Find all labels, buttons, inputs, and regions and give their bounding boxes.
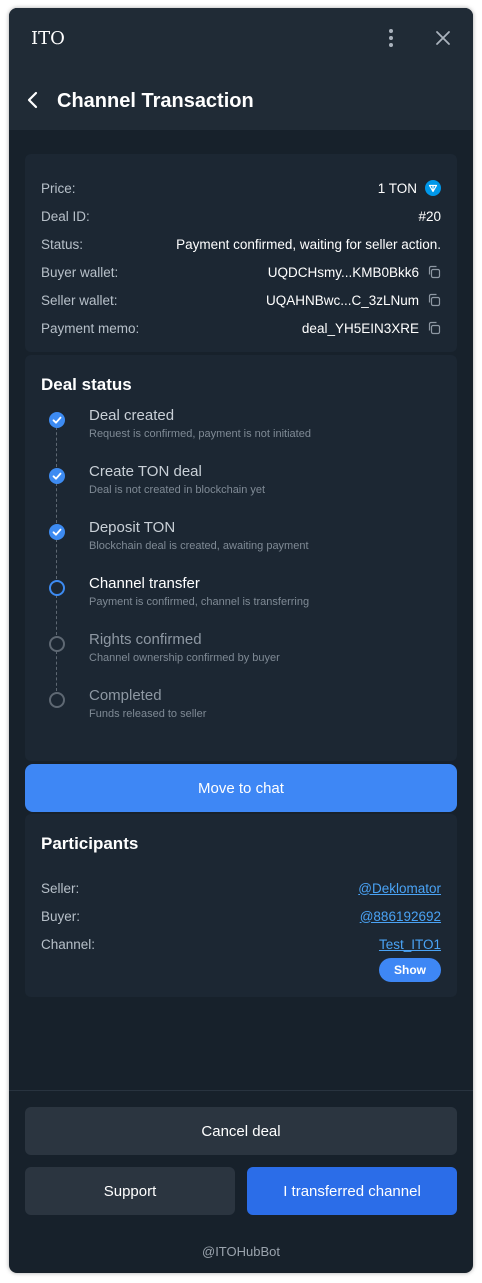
move-to-chat-button[interactable]: Move to chat [25,764,457,812]
bot-username: @ITOHubBot [202,1244,280,1259]
step-description: Blockchain deal is created, awaiting pay… [89,540,309,552]
deal-id-value: #20 [418,208,441,224]
payment-memo-row: Payment memo: deal_YH5EIN3XRE [41,318,441,338]
seller-row: Seller: @Deklomator [41,878,441,898]
copy-icon[interactable] [427,265,441,279]
step-rights-confirmed: Rights confirmed Channel ownership confi… [49,631,449,675]
seller-wallet-label: Seller wallet: [41,292,118,308]
buyer-link[interactable]: @886192692 [360,909,441,924]
check-icon [49,468,65,484]
ton-logo-icon [425,180,441,196]
status-label: Status: [41,236,84,252]
step-title: Channel transfer [89,575,200,592]
show-button[interactable]: Show [379,958,441,982]
channel-label: Channel: [41,936,96,952]
divider [9,1090,473,1091]
channel-row: Channel: Test_ITO1 [41,934,441,954]
step-deal-created: Deal created Request is confirmed, payme… [49,407,449,451]
check-icon [49,524,65,540]
seller-link[interactable]: @Deklomator [358,881,441,896]
more-vertical-icon[interactable] [381,26,401,50]
price-row: Price: 1 TON [41,178,441,198]
deal-id-row: Deal ID: #20 [41,206,441,226]
close-icon[interactable] [433,28,453,48]
buyer-wallet-label: Buyer wallet: [41,264,119,280]
deal-status-title: Deal status [41,375,132,394]
buyer-wallet-row: Buyer wallet: UQDCHsmy...KMB0Bkk6 [41,262,441,282]
payment-memo-label: Payment memo: [41,320,140,336]
step-description: Funds released to seller [89,708,207,720]
deal-info-card: Price: 1 TON Deal ID: #20 Status: Paymen… [25,154,457,352]
buyer-wallet-value: UQDCHsmy...KMB0Bkk6 [267,264,419,280]
price-value: 1 TON [377,180,417,196]
step-title: Deposit TON [89,519,176,536]
step-completed: Completed Funds released to seller [49,687,449,731]
check-icon [49,412,65,428]
seller-wallet-value: UQAHNBwc...C_3zLNum [265,292,419,308]
seller-label: Seller: [41,880,80,896]
page-header: Channel Transaction [9,70,473,130]
transferred-channel-button[interactable]: I transferred channel [247,1167,457,1215]
current-step-icon [49,580,65,596]
app-title: ITO [31,28,65,49]
buyer-label: Buyer: [41,908,81,924]
price-label: Price: [41,180,76,196]
channel-link[interactable]: Test_ITO1 [379,937,441,952]
step-description: Deal is not created in blockchain yet [89,484,266,496]
step-channel-transfer: Channel transfer Payment is confirmed, c… [49,575,449,619]
step-title: Rights confirmed [89,631,202,648]
step-title: Completed [89,687,162,704]
app-window: ITO Channel Transaction Price: 1 TON Dea… [9,8,473,1273]
participants-title: Participants [41,834,139,853]
step-title: Create TON deal [89,463,202,480]
copy-icon[interactable] [427,321,441,335]
step-description: Payment is confirmed, channel is transfe… [89,596,310,608]
chevron-left-icon[interactable] [19,86,47,114]
status-value: Payment confirmed, waiting for seller ac… [176,236,441,252]
deal-status-card: Deal status Deal created Request is conf… [25,355,457,761]
title-bar: ITO [9,8,473,70]
step-deposit-ton: Deposit TON Blockchain deal is created, … [49,519,449,563]
pending-step-icon [49,636,65,652]
status-row: Status: Payment confirmed, waiting for s… [41,234,441,254]
pending-step-icon [49,692,65,708]
seller-wallet-row: Seller wallet: UQAHNBwc...C_3zLNum [41,290,441,310]
buyer-row: Buyer: @886192692 [41,906,441,926]
payment-memo-value: deal_YH5EIN3XRE [301,320,419,336]
support-button[interactable]: Support [25,1167,235,1215]
cancel-deal-button[interactable]: Cancel deal [25,1107,457,1155]
participants-card: Participants Seller: @Deklomator Buyer: … [25,814,457,997]
step-description: Request is confirmed, payment is not ini… [89,428,311,440]
page-title: Channel Transaction [57,90,254,112]
step-create-ton-deal: Create TON deal Deal is not created in b… [49,463,449,507]
step-description: Channel ownership confirmed by buyer [89,652,280,664]
deal-id-label: Deal ID: [41,208,90,224]
step-title: Deal created [89,407,175,424]
copy-icon[interactable] [427,293,441,307]
